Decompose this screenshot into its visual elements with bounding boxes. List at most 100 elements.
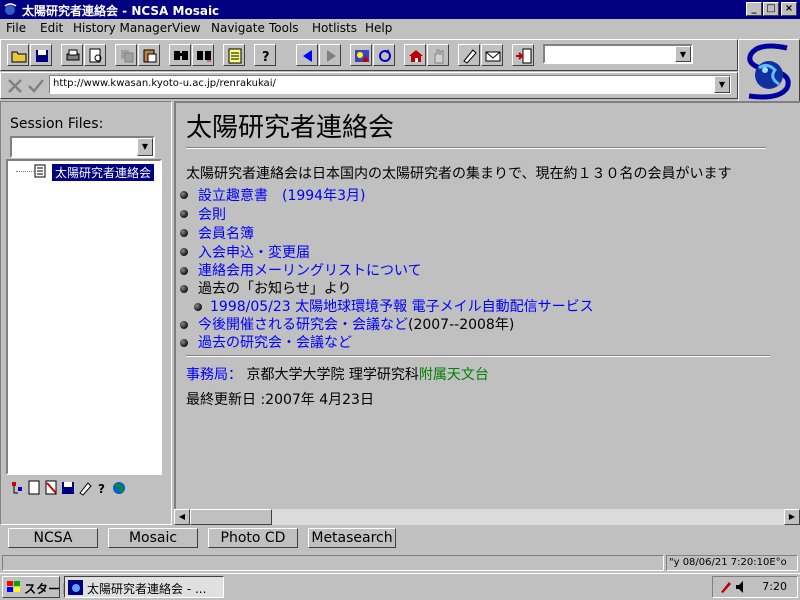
session-tree: 太陽研究者連絡会 <box>6 159 162 475</box>
link-mailing-list[interactable]: 連絡会用メーリングリストについて <box>198 260 422 280</box>
menu-view[interactable]: View <box>172 21 200 35</box>
link-bylaws[interactable]: 会則 <box>198 204 226 224</box>
intro-text: 太陽研究者連絡会は日本国内の太陽研究者の集まりで、現在約１３０名の会員がいます <box>186 166 732 182</box>
scroll-thumb[interactable] <box>190 509 272 525</box>
annotate-icon[interactable] <box>458 44 480 66</box>
add-hotlist-icon[interactable] <box>512 44 534 66</box>
tree-item-session[interactable]: 太陽研究者連絡会 <box>52 164 155 181</box>
page-icon <box>34 164 46 178</box>
session-files-label: Session Files: <box>10 116 104 132</box>
upcoming-line: 今後開催される研究会・会議など(2007--2008年) <box>198 314 514 334</box>
forward-arrow-icon[interactable] <box>319 44 341 66</box>
title-bar[interactable]: 太陽研究者連絡会 - NCSA Mosaic _ □ × <box>0 0 800 19</box>
session-globe-icon[interactable] <box>112 480 127 496</box>
document-icon[interactable] <box>223 44 245 66</box>
session-help-icon[interactable]: ? <box>95 480 110 496</box>
bullet-icon <box>180 285 188 293</box>
bullet-icon <box>180 210 188 218</box>
office-label[interactable]: 事務局： <box>186 367 242 383</box>
task-label: 太陽研究者連絡会 - ... <box>87 582 207 596</box>
menu-navigate[interactable]: Navigate <box>211 21 265 35</box>
cancel-x-icon[interactable] <box>5 77 25 95</box>
minimize-button[interactable]: _ <box>746 2 762 16</box>
open-folder-icon[interactable] <box>7 44 29 66</box>
scroll-left-icon[interactable]: ◀ <box>174 509 190 525</box>
windows-logo-icon <box>7 581 20 592</box>
horizontal-scrollbar[interactable]: ◀ ▶ <box>174 509 800 525</box>
mosaic-app-icon[interactable] <box>3 2 18 17</box>
paste-icon[interactable] <box>138 44 160 66</box>
chevron-down-icon[interactable]: ▼ <box>675 46 691 62</box>
office-text: 京都大学大学院 理学研究科 <box>246 367 419 383</box>
menu-edit[interactable]: Edit <box>40 21 63 35</box>
help-question-icon[interactable]: ? <box>254 44 276 66</box>
ncsa-button[interactable]: NCSA <box>8 528 98 548</box>
bullet-icon <box>180 321 188 329</box>
bullet-icon <box>180 248 188 256</box>
system-tray: 7:20 <box>712 576 798 598</box>
close-button[interactable]: × <box>781 2 797 16</box>
edit-session-icon[interactable] <box>78 480 93 496</box>
last-updated: 最終更新日 :2007年 4月23日 <box>186 392 374 408</box>
link-upcoming-meetings[interactable]: 今後開催される研究会・会議など <box>198 317 408 333</box>
metasearch-button[interactable]: Metasearch <box>308 528 396 548</box>
mosaic-task-icon <box>68 580 83 595</box>
link-past-meetings[interactable]: 過去の研究会・会議など <box>198 332 352 352</box>
document-view: 太陽研究者連絡会 太陽研究者連絡会は日本国内の太陽研究者の集まりで、現在約１３０… <box>174 101 800 509</box>
link-application[interactable]: 入会申込・変更届 <box>198 242 310 262</box>
save-icon[interactable] <box>30 44 52 66</box>
menu-history-manager[interactable]: History Manager <box>73 21 172 35</box>
scroll-right-icon[interactable]: ▶ <box>784 509 800 525</box>
url-input[interactable]: http://www.kwasan.kyoto-u.ac.jp/renrakuk… <box>49 75 731 94</box>
reload-icon[interactable] <box>373 44 395 66</box>
find-icon[interactable] <box>169 44 191 66</box>
menu-tools[interactable]: Tools <box>269 21 299 35</box>
title-divider <box>186 147 766 149</box>
tree-view-icon[interactable] <box>10 480 25 496</box>
start-button[interactable]: スタート <box>2 576 72 598</box>
window-title: 太陽研究者連絡会 - NCSA Mosaic <box>22 4 220 18</box>
back-arrow-icon[interactable] <box>296 44 318 66</box>
clock: 7:20 <box>762 580 787 593</box>
bullet-icon <box>180 229 188 237</box>
new-doc-icon[interactable] <box>27 480 42 496</box>
session-files-combo[interactable]: ▼ <box>10 136 155 158</box>
link-prospectus[interactable]: 設立趣意書 (1994年3月) <box>198 185 365 205</box>
tree-connector <box>16 171 34 172</box>
home-icon[interactable] <box>404 44 426 66</box>
photo-cd-button[interactable]: Photo CD <box>208 528 298 548</box>
menu-bar: File Edit History Manager View Navigate … <box>0 19 800 38</box>
session-chevron-down-icon[interactable]: ▼ <box>137 138 153 156</box>
bullet-icon <box>180 267 188 275</box>
confirm-check-icon[interactable] <box>26 77 46 95</box>
menu-file[interactable]: File <box>6 21 26 35</box>
stop-hand-icon[interactable] <box>427 44 449 66</box>
load-images-icon[interactable] <box>350 44 372 66</box>
ime-pen-icon[interactable] <box>719 580 733 594</box>
url-dropdown-chevron-icon[interactable]: ▼ <box>714 76 730 93</box>
mosaic-button[interactable]: Mosaic <box>108 528 198 548</box>
link-observatory[interactable]: 附属天文台 <box>419 367 489 383</box>
copy-icon[interactable] <box>115 44 137 66</box>
print-preview-icon[interactable] <box>84 44 106 66</box>
menu-help[interactable]: Help <box>365 21 392 35</box>
bullet-icon <box>180 191 188 199</box>
mosaic-spinning-globe-icon <box>747 43 791 100</box>
save-session-icon[interactable] <box>61 480 76 496</box>
taskbar-mosaic-window[interactable]: 太陽研究者連絡会 - ... <box>64 576 224 598</box>
status-message <box>2 555 664 571</box>
maximize-button[interactable]: □ <box>763 2 779 16</box>
mail-icon[interactable] <box>481 44 503 66</box>
sub-bullet-icon <box>194 303 202 311</box>
notice-label: 過去の「お知らせ」より <box>198 281 352 297</box>
print-icon[interactable] <box>61 44 83 66</box>
speaker-icon[interactable] <box>735 580 747 594</box>
bullet-icon <box>180 339 188 347</box>
menu-hotlists[interactable]: Hotlists <box>312 21 357 35</box>
link-member-list[interactable]: 会員名簿 <box>198 223 254 243</box>
find-again-icon[interactable] <box>192 44 214 66</box>
url-text: http://www.kwasan.kyoto-u.ac.jp/renrakuk… <box>53 78 276 89</box>
link-notice-1998[interactable]: 1998/05/23 太陽地球環境予報 電子メイル自動配信サービス <box>210 296 594 316</box>
hotlist-combo[interactable]: ▼ <box>543 44 693 64</box>
delete-doc-icon[interactable] <box>44 480 59 496</box>
